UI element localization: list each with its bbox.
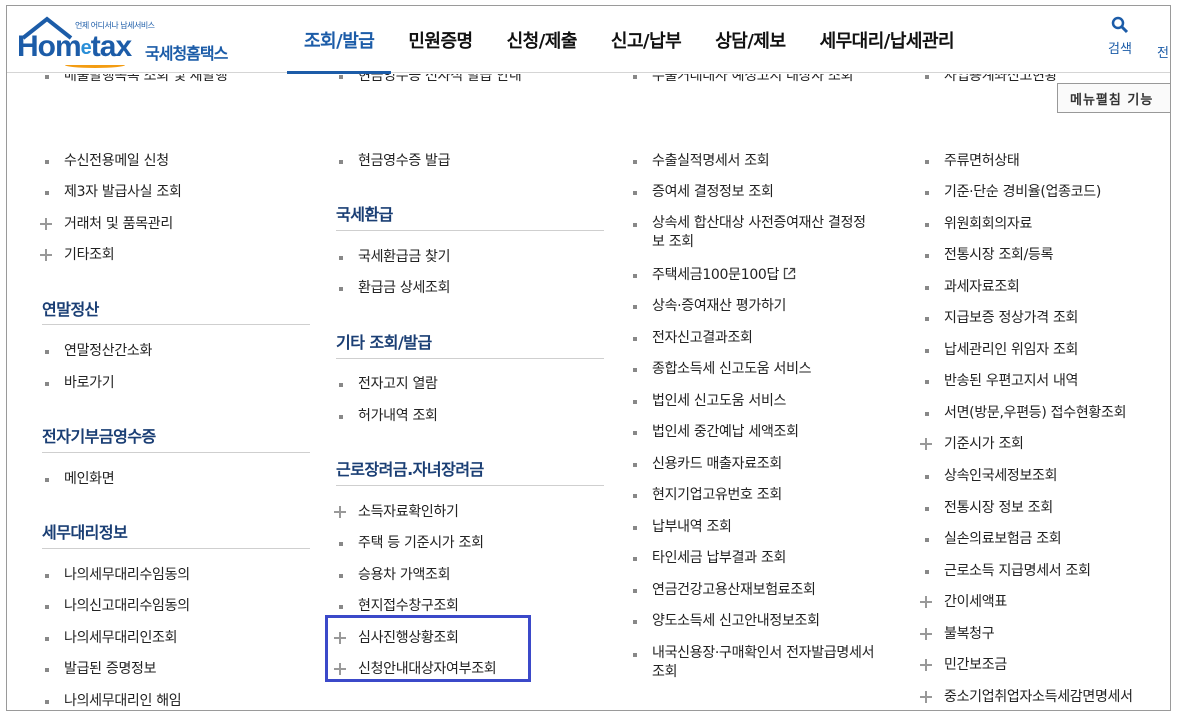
section-title-tax-refund: 국세환급 [336,205,393,224]
header-cutoff-label[interactable]: 전 [1157,42,1169,61]
section-title-other-inquiry: 기타 조회/발급 [336,333,432,352]
section-title-donation-receipt: 전자기부금영수증 [42,427,156,446]
plus-icon [919,595,933,609]
section-title-year-end: 연말정산 [42,300,99,319]
tab-tax-agent[interactable]: 세무대리/납세관리 [803,6,972,73]
divider [336,230,604,231]
divider [336,358,604,359]
plus-icon [919,690,933,704]
logo-swoosh [65,62,125,68]
logo-korean-name: 국세청홈택스 [145,44,228,63]
browser-frame: 언제 어디서나 납세서비스 Hometax 국세청홈택스 조회/발급 민원증명 … [6,5,1171,711]
search-label: 검색 [1108,42,1132,57]
hometax-logo[interactable]: 언제 어디서나 납세서비스 Hometax 국세청홈택스 [15,12,245,68]
plus-icon [39,217,53,231]
logo-wordmark: Hometax [17,30,132,63]
menu-expand-button[interactable]: 메뉴펼침 기능 [1057,83,1170,113]
highlight-box [325,615,531,682]
main-navigation: 조회/발급 민원증명 신청/제출 신고/납부 상담/제보 세무대리/납세관리 [287,6,972,74]
plus-icon [919,437,933,451]
search-button[interactable]: 검색 [1100,16,1140,57]
search-icon [1111,16,1129,34]
divider [42,452,310,453]
site-header: 언제 어디서나 납세서비스 Hometax 국세청홈택스 조회/발급 민원증명 … [7,6,1170,74]
plus-icon [39,248,53,262]
tab-application-submission[interactable]: 신청/제출 [490,6,594,73]
plus-icon [333,505,347,519]
plus-icon [919,627,933,641]
section-title-tax-agent-info: 세무대리정보 [42,523,128,542]
tab-inquiry-issuance[interactable]: 조회/발급 [287,6,392,74]
submenu-panel: 매출발행목록 조회 및 재발행 수신전용메일 신청 제3자 발급사실 조회 거래… [7,74,1170,710]
tab-consult-report[interactable]: 상담/제보 [698,6,802,73]
tab-filing-payment[interactable]: 신고/납부 [594,6,698,73]
divider [42,324,310,325]
divider [336,485,604,486]
divider [42,548,310,549]
external-link-icon [783,267,796,280]
plus-icon [919,658,933,672]
section-title-earned-income-credit: 근로장려금.자녀장려금 [336,460,484,479]
tab-civil-certificates[interactable]: 민원증명 [391,6,489,73]
